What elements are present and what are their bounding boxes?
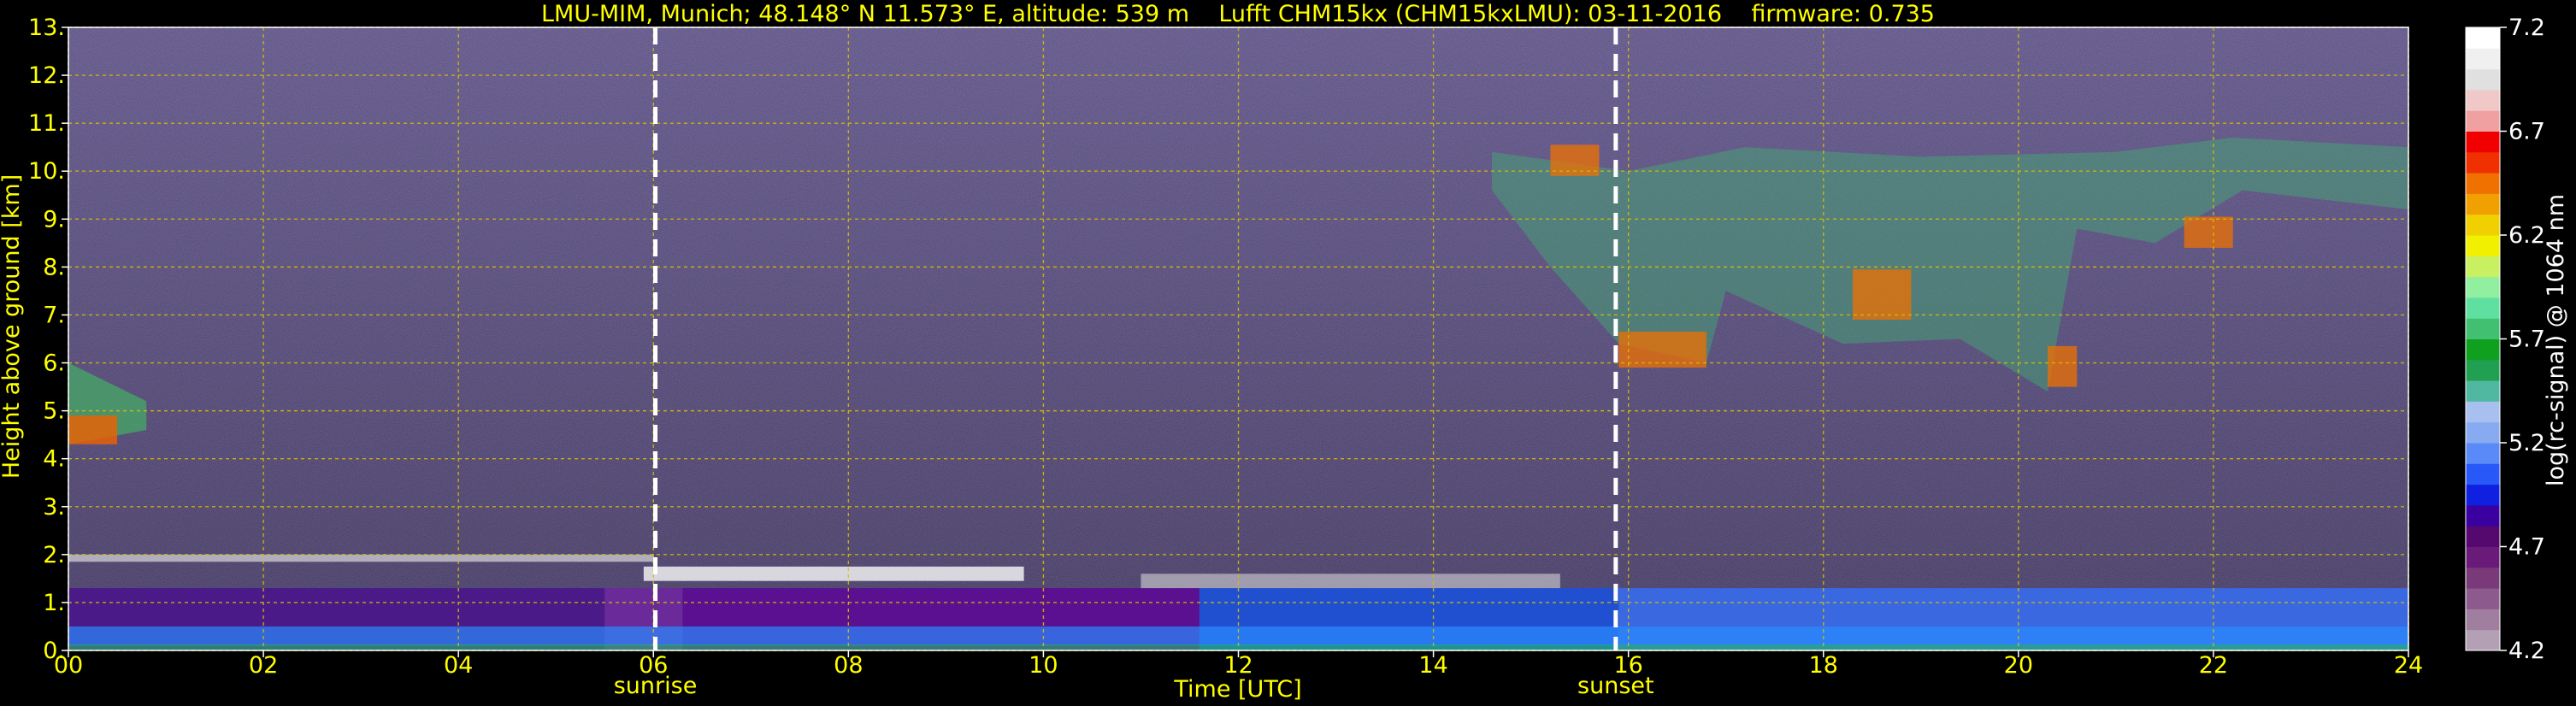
colorbar-swatch: [2466, 68, 2500, 91]
colorbar-swatch: [2466, 110, 2500, 132]
colorbar-swatch: [2466, 338, 2500, 361]
colorbar-swatch: [2466, 359, 2500, 381]
y-tick-label: 2.: [43, 542, 65, 568]
chart-title: LMU-MIM, Munich; 48.148° N 11.573° E, al…: [541, 1, 1935, 27]
colorbar-tick-label: 5.7: [2508, 327, 2545, 353]
colorbar-label: log(rc-signal) @ 1064 nm: [2543, 194, 2569, 486]
cirrus-core: [2048, 345, 2078, 387]
y-tick-label: 5.: [43, 398, 65, 425]
cirrus-core: [1852, 269, 1912, 321]
x-tick-label: 18: [1809, 652, 1838, 679]
x-tick-label: 14: [1418, 652, 1447, 679]
residual-layer-top: [68, 554, 654, 562]
y-tick-label: 13.: [28, 15, 65, 41]
y-tick-label: 7.: [43, 302, 65, 328]
x-tick-label: 04: [444, 652, 473, 679]
colorbar-swatch: [2466, 48, 2500, 70]
colorbar-swatch: [2466, 276, 2500, 298]
y-tick-label: 1.: [43, 590, 65, 616]
aerosol-top-band: [643, 566, 1024, 581]
colorbar-swatch: [2466, 318, 2500, 339]
x-axis-label: Time [UTC]: [1173, 676, 1301, 703]
colorbar-tick-label: 4.7: [2508, 534, 2545, 561]
colorbar-tick-label: 6.2: [2508, 222, 2545, 249]
x-tick-label: 02: [249, 652, 278, 679]
colorbar-swatch: [2466, 401, 2500, 423]
x-tick-label: 16: [1613, 652, 1642, 679]
colorbar-swatch: [2466, 526, 2500, 547]
cirrus-core: [1618, 332, 1707, 368]
colorbar-swatch: [2466, 27, 2500, 49]
cirrus-core: [2184, 216, 2233, 248]
x-tick-label: 20: [2004, 652, 2033, 679]
y-tick-label: 10.: [28, 158, 65, 185]
colorbar-swatch: [2466, 421, 2500, 444]
y-tick-label: 12.: [28, 62, 65, 89]
x-tick-label: 22: [2199, 652, 2228, 679]
aerosol-top-band: [1141, 574, 1560, 589]
y-tick-label: 4.: [43, 446, 65, 473]
colorbar-swatch: [2466, 193, 2500, 215]
colorbar-swatch: [2466, 89, 2500, 111]
x-tick-label: 24: [2394, 652, 2423, 679]
colorbar-tick-label: 4.2: [2508, 638, 2545, 664]
colorbar-swatch: [2466, 151, 2500, 174]
colorbar-swatch: [2466, 609, 2500, 631]
x-tick-label: 12: [1223, 652, 1253, 679]
colorbar-swatch: [2466, 235, 2500, 256]
colorbar-swatch: [2466, 173, 2500, 194]
x-tick-label: 06: [639, 652, 668, 679]
colorbar-tick-label: 6.7: [2508, 119, 2545, 145]
mid-level-cloud-core: [68, 415, 118, 444]
y-tick-label: 11.: [28, 110, 65, 137]
y-tick-label: 6.: [43, 350, 65, 377]
x-tick-label: 10: [1029, 652, 1058, 679]
colorbar-swatch: [2466, 214, 2500, 236]
colorbar-swatch: [2466, 131, 2500, 153]
colorbar-swatch: [2466, 588, 2500, 609]
colorbar-swatch: [2466, 484, 2500, 506]
colorbar-tick-label: 7.2: [2508, 15, 2545, 41]
colorbar-swatch: [2466, 629, 2500, 651]
colorbar-swatch: [2466, 463, 2500, 485]
colorbar-swatch: [2466, 546, 2500, 568]
colorbar-swatch: [2466, 504, 2500, 527]
colorbar-swatch: [2466, 256, 2500, 278]
colorbar-swatch: [2466, 297, 2500, 319]
y-tick-label: 9.: [43, 206, 65, 232]
y-tick-label: 8.: [43, 254, 65, 280]
ceilometer-chart: sunrise sunset 0.1.2.3.4.5.6.7.8.9.10.11.…: [0, 0, 2576, 706]
x-tick-label: 00: [54, 652, 83, 679]
y-axis-label: Height above ground [km]: [0, 174, 25, 479]
colorbar-tick-label: 5.2: [2508, 430, 2545, 456]
x-tick-label: 08: [834, 652, 863, 679]
colorbar-swatch: [2466, 567, 2500, 589]
colorbar-swatch: [2466, 443, 2500, 464]
y-tick-label: 3.: [43, 494, 65, 521]
colorbar-swatch: [2466, 380, 2500, 402]
